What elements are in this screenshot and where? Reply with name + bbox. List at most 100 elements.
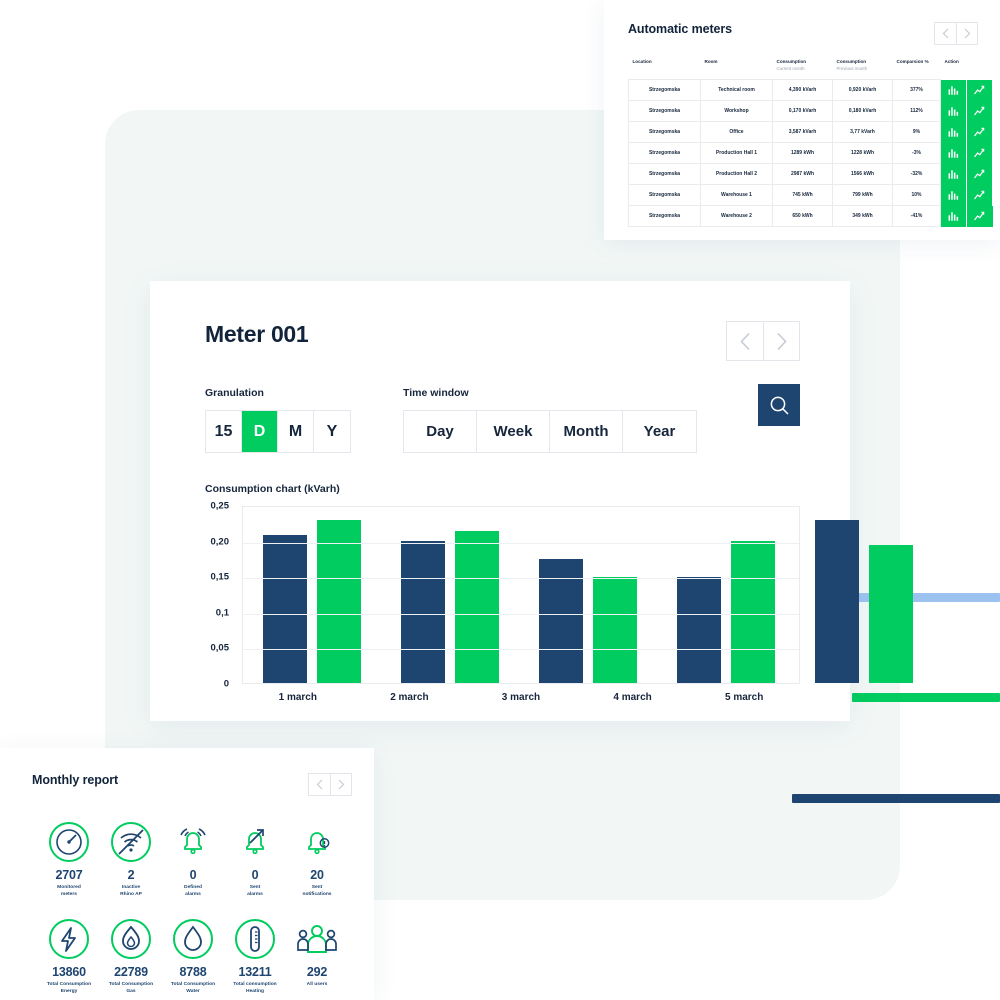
y-axis-tick: 0,05 <box>210 642 230 654</box>
granulation-option-d[interactable]: D <box>242 411 278 452</box>
granulation-option-m[interactable]: M <box>278 411 314 452</box>
action-bar-chart-button[interactable] <box>941 121 967 143</box>
meters-pager <box>934 22 978 45</box>
kpi-bell-notification[interactable]: 20 Sent notifications <box>286 820 348 899</box>
cell-current: 745 kWh <box>772 184 833 207</box>
kpi-label: Defined alarms <box>184 885 202 898</box>
cell-comparison: 9% <box>892 121 941 144</box>
cell-previous: 1566 kWh <box>832 163 893 186</box>
granulation-option-15[interactable]: 15 <box>206 411 242 452</box>
table-row: Strzegomska Production Hall 1 1289 kWh 1228… <box>628 142 993 165</box>
bar-chart-icon <box>948 169 959 179</box>
gas-flame-icon-wrap <box>100 917 162 961</box>
granulation-group: Granulation 15 D M Y <box>205 387 351 453</box>
x-axis-label: 1 march <box>278 692 317 703</box>
meter-next-button[interactable] <box>763 322 799 360</box>
action-bar-chart-button[interactable] <box>941 79 967 101</box>
kpi-wifi-off[interactable]: 2 Inactive Rhino AP <box>100 820 162 899</box>
search-button[interactable] <box>758 384 800 426</box>
action-bar-chart-button[interactable] <box>941 142 967 164</box>
x-axis-label: 5 march <box>724 692 764 703</box>
bar-chart-icon <box>948 190 959 200</box>
meter-pager <box>726 321 800 361</box>
time-window-option-day[interactable]: Day <box>404 411 477 452</box>
bar-group <box>657 507 795 683</box>
cell-current: 2987 kWh <box>772 163 833 186</box>
bar-series-green <box>731 541 775 683</box>
time-window-option-year[interactable]: Year <box>623 411 696 452</box>
kpi-gas-flame[interactable]: 22789 Total Consumption Gas <box>100 917 162 996</box>
bar-group <box>519 507 657 683</box>
bar-series-green <box>593 576 637 683</box>
chevron-right-icon <box>338 779 344 790</box>
consumption-chart: 0,25 0,20 0,15 0,1 0,05 0 1 march 2 march 3 mar… <box>205 501 913 721</box>
cell-comparison: 377% <box>892 79 941 102</box>
chart-y-axis: 0,25 0,20 0,15 0,1 0,05 0 <box>205 501 235 690</box>
meter-prev-button[interactable] <box>727 322 763 360</box>
time-window-option-month[interactable]: Month <box>550 411 623 452</box>
kpi-water-drop[interactable]: 8788 Total Consumption Water <box>162 917 224 996</box>
meters-prev-button[interactable] <box>935 23 956 44</box>
action-line-chart-button[interactable] <box>967 79 992 101</box>
chevron-right-icon <box>964 28 970 39</box>
kpi-label: Total Consumption Water <box>170 981 216 995</box>
cell-previous: 3,77 kVarh <box>832 121 893 144</box>
action-line-chart-button[interactable] <box>967 121 992 143</box>
kpi-label: Total consumption Heating <box>233 981 277 995</box>
cell-room: Production Hall 1 <box>700 142 773 165</box>
line-chart-icon <box>974 106 985 115</box>
cell-action <box>941 121 993 143</box>
chart-plot-area <box>242 506 913 684</box>
kpi-gauge[interactable]: 2707 Monitored meters <box>38 820 100 899</box>
kpi-energy-bolt[interactable]: 13860 Total Consumption Energy <box>38 917 100 996</box>
kpi-value: 22789 <box>114 964 148 979</box>
granulation-label: Granulation <box>205 387 264 399</box>
bar-group <box>795 507 933 683</box>
line-chart-icon <box>974 169 985 178</box>
column-header-4: Comparsion % <box>896 59 929 64</box>
action-line-chart-button[interactable] <box>967 100 992 122</box>
cell-room: Technical room <box>700 79 773 102</box>
kpi-bell-ringing[interactable]: 0 Defined alarms <box>162 820 224 899</box>
action-line-chart-button[interactable] <box>967 184 992 206</box>
chart-gridline <box>243 649 799 651</box>
action-bar-chart-button[interactable] <box>941 100 967 122</box>
automatic-meters-table: Location Room Consumption Current month Cons… <box>628 59 993 228</box>
kpi-value: 0 <box>251 868 259 882</box>
kpi-row: 2707 Monitored meters 2 Inactive Rhino AP 0 Def… <box>38 820 348 899</box>
kpi-value: 2707 <box>55 868 83 882</box>
y-axis-tick: 0 <box>223 678 229 690</box>
cell-action <box>941 142 993 164</box>
kpi-thermometer[interactable]: 13211 Total consumption Heating <box>224 917 286 996</box>
granulation-option-y[interactable]: Y <box>314 411 350 452</box>
meter-detail-card: Meter 001 Granulation 15 D M Y Time wind… <box>150 281 913 721</box>
automatic-meters-header: Automatic meters <box>604 0 1000 45</box>
action-bar-chart-button[interactable] <box>941 205 968 227</box>
table-body: Strzegomska Technical room 4,390 kVarh 0,92… <box>628 79 993 228</box>
users-icon-wrap <box>286 917 348 961</box>
kpi-users[interactable]: 292 All users <box>286 917 348 996</box>
bar-series-green <box>869 544 913 683</box>
thermometer-icon-wrap <box>224 917 286 961</box>
meters-next-button[interactable] <box>956 23 977 44</box>
decorative-bar-green <box>852 693 1000 702</box>
kpi-bell-sent[interactable]: 0 Sent alarms <box>224 820 286 899</box>
table-header-row: Location Room Consumption Current month Cons… <box>629 59 993 80</box>
bar-chart-icon <box>948 127 959 137</box>
bar-group <box>243 507 381 683</box>
time-window-segmented-control: Day Week Month Year <box>403 410 697 453</box>
action-line-chart-button[interactable] <box>967 142 992 164</box>
action-bar-chart-button[interactable] <box>941 163 967 185</box>
column-header-1: Room <box>704 59 718 64</box>
table-row: Strzegomska Production Hall 2 2987 kWh 1566… <box>628 163 993 186</box>
time-window-option-week[interactable]: Week <box>477 411 550 452</box>
action-bar-chart-button[interactable] <box>941 184 967 206</box>
users-icon <box>297 924 337 953</box>
column-header-0: Location <box>632 59 652 64</box>
action-line-chart-button[interactable] <box>967 163 992 185</box>
action-line-chart-button[interactable] <box>967 205 993 227</box>
report-next-button[interactable] <box>330 774 351 795</box>
column-header-2: Consumption Current month <box>776 59 807 71</box>
report-prev-button[interactable] <box>309 774 330 795</box>
bar-chart-icon <box>948 85 959 95</box>
